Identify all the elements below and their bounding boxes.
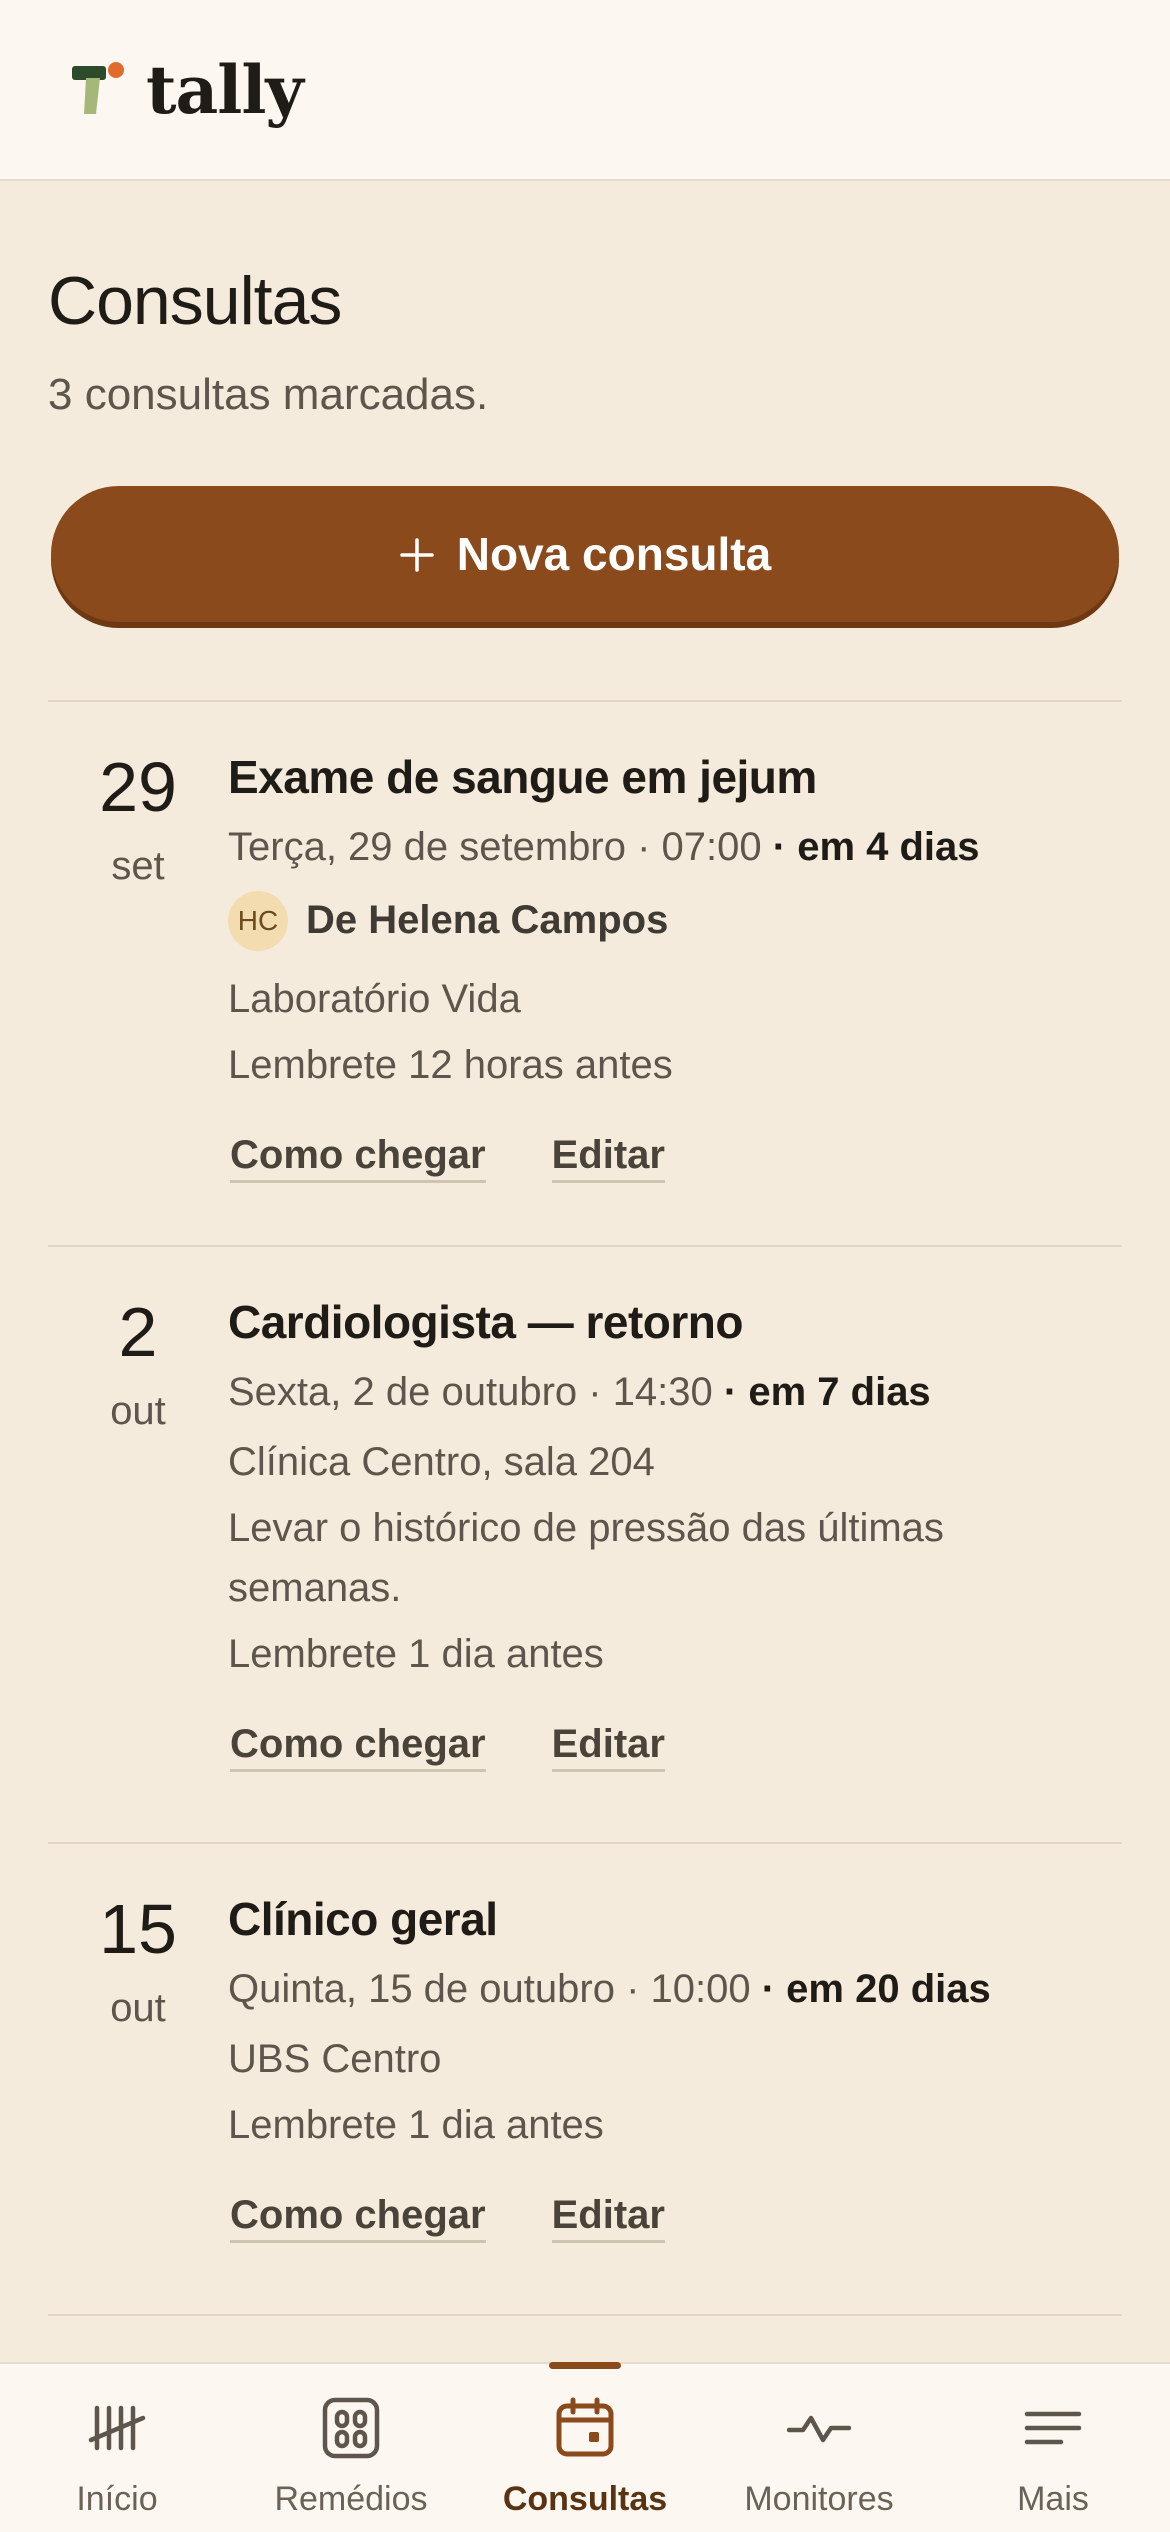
appointment-when-text: Quinta, 15 de outubro · 10:00 [228,1966,751,2011]
app-screen: tally Consultas 3 consultas marcadas. No… [0,0,1170,2532]
date-month: set [111,844,165,888]
appointment-relative: · em 20 dias [761,1966,991,2011]
new-appointment-label: Nova consulta [456,528,772,580]
appointment-date: 29 set [48,752,228,1245]
tally-marks-icon [85,2396,149,2460]
directions-button[interactable]: Como chegar [230,1133,486,1183]
plus-icon [399,526,435,582]
appointment-date: 2 out [48,1297,228,1842]
nav-label: Mais [1017,2480,1089,2518]
logo-text: tally [146,50,304,129]
edit-button[interactable]: Editar [551,1722,665,1772]
appointment-actions: Como chegar Editar [228,1133,1122,1183]
appointment-reminder: Lembrete 1 dia antes [228,1631,604,1676]
appointment-reminder: Lembrete 12 horas antes [228,1042,673,1087]
doctor-name: De Helena Campos [306,898,669,943]
appointment-location: UBS Centro [228,2036,442,2081]
appointment-datetime: Terça, 29 de setembro · 07:00 · em 4 dia… [228,825,1122,869]
menu-icon [1021,2396,1085,2460]
nav-label: Monitores [744,2480,894,2518]
date-month: out [110,1986,166,2030]
appointment-list: 29 set Exame de sangue em jejum Terça, 2… [48,700,1122,2316]
doctor-avatar: HC [228,890,288,951]
appointment-relative: · em 7 dias [723,1369,931,1414]
nav-item-remedios[interactable]: Remédios [234,2364,468,2532]
date-day: 15 [99,1890,177,1968]
bottom-nav: Início Remédios Consultas Monitores Mais [0,2362,1170,2532]
divider [48,2314,1122,2316]
nav-item-monitores[interactable]: Monitores [702,2364,936,2532]
app-header: tally [0,0,1170,181]
appointment-datetime: Sexta, 2 de outubro · 14:30 · em 7 dias [228,1370,1122,1414]
doctor-row: HC De Helena Campos [228,890,1122,951]
appointment-note: Levar o histórico de pressão das últimas… [228,1505,944,1610]
pulse-icon [786,2396,852,2460]
nav-item-consultas[interactable]: Consultas [468,2362,702,2532]
nav-label: Início [76,2480,158,2518]
appointment-location: Laboratório Vida [228,976,521,1021]
appointment-when-text: Terça, 29 de setembro · 07:00 [228,824,762,869]
appointment-reminder: Lembrete 1 dia antes [228,2102,604,2147]
nav-label: Remédios [274,2480,428,2518]
appointment-when-text: Sexta, 2 de outubro · 14:30 [228,1369,713,1414]
appointment-item: 15 out Clínico geral Quinta, 15 de outub… [48,1844,1122,2314]
tally-logo-icon [72,60,126,120]
appointment-date: 15 out [48,1894,228,2314]
appointment-datetime: Quinta, 15 de outubro · 10:00 · em 20 di… [228,1967,1122,2011]
edit-button[interactable]: Editar [551,1133,665,1183]
appointment-actions: Como chegar Editar [228,1722,1122,1772]
appointment-title: Clínico geral [228,1893,498,1945]
calendar-icon [553,2396,617,2460]
appointment-item: 29 set Exame de sangue em jejum Terça, 2… [48,702,1122,1245]
nav-item-mais[interactable]: Mais [936,2364,1170,2532]
edit-button[interactable]: Editar [551,2193,665,2243]
appointment-actions: Como chegar Editar [228,2193,1122,2243]
page-title: Consultas [48,263,342,339]
appointment-title: Cardiologista — retorno [228,1296,743,1348]
date-day: 29 [99,748,177,826]
page-subtitle: 3 consultas marcadas. [48,370,489,419]
active-indicator [549,2362,621,2369]
appointment-item: 2 out Cardiologista — retorno Sexta, 2 d… [48,1247,1122,1842]
appointment-title: Exame de sangue em jejum [228,751,817,803]
date-month: out [110,1389,166,1433]
directions-button[interactable]: Como chegar [230,2193,486,2243]
appointment-location: Clínica Centro, sala 204 [228,1439,655,1484]
pill-box-icon [319,2396,383,2460]
directions-button[interactable]: Como chegar [230,1722,486,1772]
nav-item-inicio[interactable]: Início [0,2364,234,2532]
appointment-relative: · em 4 dias [772,824,980,869]
nav-label: Consultas [502,2480,668,2518]
date-day: 2 [118,1293,158,1371]
logo[interactable]: tally [72,50,304,129]
new-appointment-button[interactable]: Nova consulta [51,486,1119,622]
